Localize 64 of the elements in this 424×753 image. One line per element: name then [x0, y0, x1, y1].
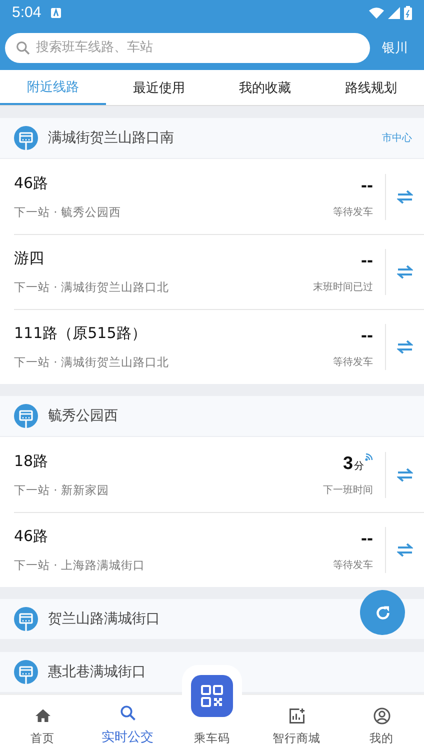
route-row[interactable]: 游四 下一站 · 满城街贺兰山路口北 -- 末班时间已过 — [0, 234, 424, 309]
station-header[interactable]: 惠北巷满城街口 — [0, 652, 424, 693]
swap-direction-icon[interactable] — [397, 264, 413, 278]
arrival-time: -- — [361, 324, 373, 344]
search-icon — [15, 40, 31, 56]
chart-plus-icon — [288, 707, 306, 725]
next-stop: 下一站 · 新新家园 — [14, 482, 110, 498]
tab[interactable]: 最近使用 — [106, 70, 212, 105]
route-name: 111路（原515路） — [14, 324, 148, 342]
nav-item[interactable]: 我的 — [339, 695, 424, 753]
search-field[interactable]: 搜索班车线路、车站 — [5, 32, 370, 62]
route-row[interactable]: 18路 下一站 · 新新家园 3分 下一班时间 — [0, 437, 424, 512]
arrival-time: -- — [361, 250, 373, 270]
departure-status: 末班时间已过 — [313, 280, 373, 294]
bus-stop-icon — [14, 607, 38, 631]
station-header[interactable]: 毓秀公园西 — [0, 396, 424, 437]
route-name: 游四 — [14, 248, 45, 268]
nav-item[interactable]: 实时公交 — [85, 695, 170, 753]
profile-icon — [372, 707, 390, 725]
arrival-time: -- — [361, 174, 373, 194]
swap-direction-icon[interactable] — [397, 542, 413, 556]
arrival-time: 3 — [342, 452, 353, 472]
next-stop: 下一站 · 满城街贺兰山路口北 — [14, 354, 170, 370]
station-header[interactable]: 贺兰山路满城街口 — [0, 599, 424, 640]
route-row[interactable]: 46路 下一站 · 毓秀公园西 -- 等待发车 — [0, 159, 424, 234]
departure-status: 等待发车 — [333, 356, 373, 368]
bus-stop-icon — [14, 660, 38, 684]
bus-stop-icon — [14, 404, 38, 428]
station-name: 满城街贺兰山路口南 — [48, 129, 174, 147]
tab[interactable]: 我的收藏 — [212, 70, 318, 105]
nav-item[interactable]: 智行商城 — [254, 695, 339, 753]
tab[interactable]: 路线规划 — [318, 70, 424, 105]
route-name: 46路 — [14, 526, 50, 546]
route-row[interactable]: 111路（原515路） 下一站 · 满城街贺兰山路口北 -- 等待发车 — [0, 309, 424, 384]
refresh-icon — [374, 604, 392, 622]
area-tag: 市中心 — [382, 131, 412, 145]
station-name: 毓秀公园西 — [48, 407, 118, 425]
signal-icon — [388, 6, 400, 18]
qr-code-icon — [191, 675, 233, 717]
search-icon — [118, 704, 136, 722]
swap-direction-icon[interactable] — [397, 340, 413, 354]
notification-icon — [51, 8, 62, 18]
departure-status: 等待发车 — [333, 206, 373, 218]
next-stop: 下一站 · 上海路满城街口 — [14, 558, 146, 572]
route-name: 18路 — [14, 452, 50, 470]
route-name: 46路 — [14, 174, 50, 192]
next-stop: 下一站 · 满城街贺兰山路口北 — [14, 280, 170, 294]
time-unit: 分 — [354, 460, 364, 472]
status-time: 5:04 — [12, 4, 42, 21]
departure-status: 等待发车 — [333, 558, 373, 572]
station-header[interactable]: 满城街贺兰山路口南 市中心 — [0, 118, 424, 159]
home-icon — [34, 707, 52, 725]
arrival-time: -- — [361, 528, 373, 548]
swap-direction-icon[interactable] — [397, 190, 413, 204]
departure-status: 下一班时间 — [323, 484, 373, 496]
bus-stop-icon — [14, 126, 38, 150]
station-name: 贺兰山路满城街口 — [48, 610, 160, 628]
battery-icon — [404, 6, 412, 20]
nav-item[interactable]: 首页 — [0, 695, 85, 753]
route-row[interactable]: 46路 下一站 · 上海路满城街口 -- 等待发车 — [0, 512, 424, 587]
wifi-icon — [369, 6, 384, 18]
station-name: 惠北巷满城街口 — [48, 663, 146, 681]
next-stop: 下一站 · 毓秀公园西 — [14, 204, 122, 220]
swap-direction-icon[interactable] — [397, 468, 413, 482]
